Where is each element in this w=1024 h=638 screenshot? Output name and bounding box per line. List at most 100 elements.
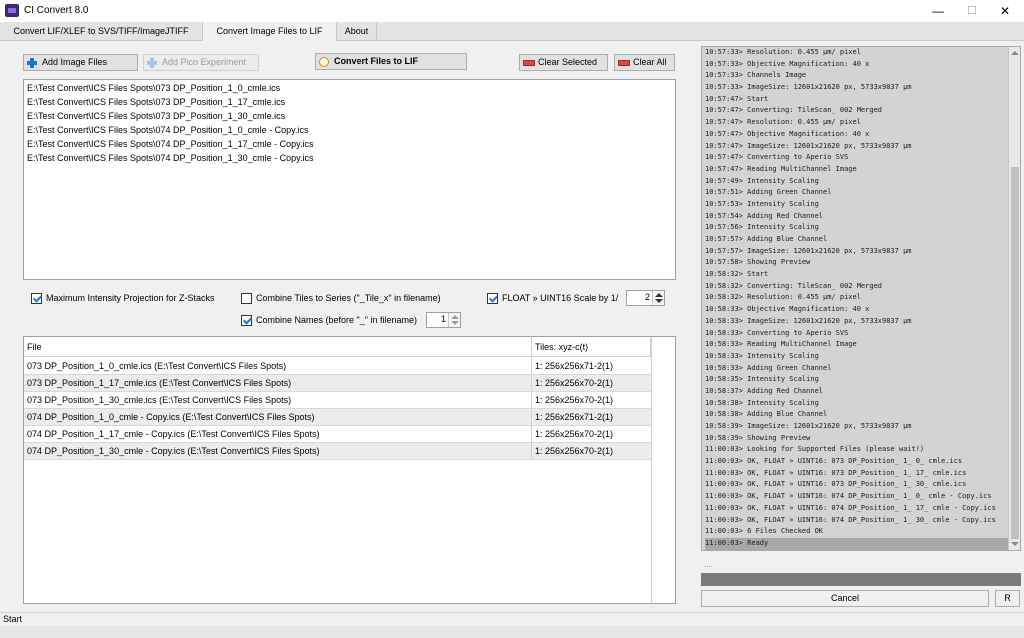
table-row[interactable]: 073 DP_Position_1_0_cmle.ics (E:\Test Co… (24, 358, 651, 375)
list-item[interactable]: E:\Test Convert\ICS Files Spots\074 DP_P… (27, 123, 672, 137)
log-line: 10:57:49> Intensity Scaling (705, 176, 819, 185)
table-header: File Tiles: xyz-c(t) (24, 337, 651, 357)
close-button[interactable]: ✕ (990, 2, 1020, 20)
max-projection-label: Maximum Intensity Projection for Z-Stack… (46, 293, 215, 303)
column-header-file[interactable]: File (24, 337, 532, 357)
log-line: 10:58:32> Resolution: 0.455 µm/ pixel (705, 293, 861, 302)
list-item[interactable]: E:\Test Convert\ICS Files Spots\073 DP_P… (27, 81, 672, 95)
status-text: Start (3, 614, 23, 624)
tab-convert-image-files[interactable]: Convert Image Files to LIF (203, 22, 337, 41)
list-item[interactable]: E:\Test Convert\ICS Files Spots\074 DP_P… (27, 137, 672, 151)
log-line: 10:57:51> Adding Green Channel (705, 188, 832, 197)
log-line: 10:57:56> Intensity Scaling (705, 223, 819, 232)
scroll-up-icon[interactable] (1011, 51, 1019, 55)
table-row[interactable]: 073 DP_Position_1_30_cmle.ics (E:\Test C… (24, 392, 651, 409)
arrow-down-icon[interactable] (451, 321, 459, 325)
checkbox-box[interactable] (31, 293, 42, 304)
table-cell-file: 074 DP_Position_1_30_cmle - Copy.ics (E:… (24, 443, 532, 460)
table-cell-tiles: 1: 256x256x71-2(1) (535, 361, 614, 371)
column-header-tiles[interactable]: Tiles: xyz-c(t) (532, 337, 651, 357)
add-image-files-label: Add Image Files (42, 57, 108, 67)
convert-files-label: Convert Files to LIF (334, 56, 419, 66)
log-line: 10:58:35> Intensity Scaling (705, 375, 819, 384)
table-row[interactable]: 074 DP_Position_1_17_cmle - Copy.ics (E:… (24, 426, 651, 443)
float-scale-stepper[interactable]: 2 (626, 290, 665, 306)
arrow-down-icon[interactable] (655, 299, 663, 303)
float-scale-value: 2 (644, 292, 650, 302)
log-line: 10:57:47> Start (705, 94, 769, 103)
list-item[interactable]: E:\Test Convert\ICS Files Spots\073 DP_P… (27, 109, 672, 123)
log-line: 10:58:33> Intensity Scaling (705, 351, 819, 360)
table-cell-file: 074 DP_Position_1_0_cmle - Copy.ics (E:\… (24, 409, 532, 426)
plus-icon (27, 58, 37, 68)
r-button[interactable]: R (995, 590, 1020, 607)
checkbox-box[interactable] (241, 293, 252, 304)
log-line: 11:00:03> OK, FLOAT » UINT16: 073 DP_Pos… (705, 468, 967, 477)
table-empty-column (651, 337, 675, 603)
table-cell-tiles: 1: 256x256x71-2(1) (535, 412, 614, 422)
clear-selected-button[interactable]: Clear Selected (519, 54, 608, 71)
add-image-files-button[interactable]: Add Image Files (23, 54, 138, 71)
tab-about[interactable]: About (337, 22, 377, 41)
minimize-button[interactable]: — (923, 2, 953, 20)
clear-all-label: Clear All (633, 57, 667, 67)
log-line: 10:57:47> Converting to Aperio SVS (705, 153, 849, 162)
arrow-up-icon[interactable] (451, 315, 459, 319)
log-line: 10:57:47> ImageSize: 12601x21620 px, 573… (705, 141, 912, 150)
clear-all-button[interactable]: Clear All (614, 54, 675, 71)
window-title: CI Convert 8.0 (24, 5, 89, 16)
checkbox-box[interactable] (487, 293, 498, 304)
minus-icon (523, 60, 535, 66)
bottom-strip (0, 626, 1024, 638)
table-cell-tiles: 1: 256x256x70-2(1) (535, 378, 614, 388)
log-line: 10:57:33> Channels Image (705, 71, 807, 80)
log-line: 10:58:39> Showing Preview (705, 433, 811, 442)
float-scale-label: FLOAT » UINT16 Scale by 1/ (502, 293, 619, 303)
table-cell-tiles: 1: 256x256x70-2(1) (535, 446, 614, 456)
table-cell-file: 074 DP_Position_1_17_cmle - Copy.ics (E:… (24, 426, 532, 443)
log-scrollbar[interactable] (1008, 47, 1020, 550)
log-line: 10:58:33> Reading MultiChannel Image (705, 340, 857, 349)
table-cell-file: 073 DP_Position_1_17_cmle.ics (E:\Test C… (24, 375, 532, 392)
plus-icon (147, 58, 157, 68)
tab-bar: Convert LIF/XLEF to SVS/TIFF/ImageJTIFF … (0, 22, 1024, 41)
arrow-up-icon[interactable] (655, 293, 663, 297)
table-row[interactable]: 074 DP_Position_1_30_cmle - Copy.ics (E:… (24, 443, 651, 460)
scroll-down-icon[interactable] (1011, 542, 1019, 546)
checkbox-box[interactable] (241, 315, 252, 326)
table-row[interactable]: 073 DP_Position_1_17_cmle.ics (E:\Test C… (24, 375, 651, 392)
log-line: 10:57:47> Reading MultiChannel Image (705, 164, 857, 173)
log-line: 10:58:38> Intensity Scaling (705, 398, 819, 407)
list-item[interactable]: E:\Test Convert\ICS Files Spots\074 DP_P… (27, 151, 672, 165)
stepper-arrows[interactable] (652, 291, 664, 305)
log-line: 10:58:33> Adding Green Channel (705, 363, 832, 372)
maximize-button[interactable]: ☐ (957, 2, 987, 20)
log-line: 10:58:39> ImageSize: 12601x21620 px, 573… (705, 422, 912, 430)
app-icon (5, 4, 19, 17)
table-cell-file: 073 DP_Position_1_30_cmle.ics (E:\Test C… (24, 392, 532, 409)
progress-fill (701, 573, 1021, 586)
list-item[interactable]: E:\Test Convert\ICS Files Spots\073 DP_P… (27, 95, 672, 109)
combine-names-value: 1 (440, 314, 446, 324)
scrollbar-thumb[interactable] (1011, 167, 1019, 539)
add-pico-experiment-button[interactable]: Add Pico Experiment (143, 54, 259, 71)
log-line: 10:57:47> Resolution: 0.455 µm/ pixel (705, 118, 861, 127)
clear-selected-label: Clear Selected (538, 57, 598, 67)
combine-names-stepper[interactable]: 1 (426, 312, 461, 328)
log-line: 10:58:33> Objective Magnification: 40 x (705, 305, 870, 314)
table-cell-tiles: 1: 256x256x70-2(1) (535, 429, 614, 439)
convert-files-button[interactable]: Convert Files to LIF (315, 53, 467, 70)
tab-convert-lif[interactable]: Convert LIF/XLEF to SVS/TIFF/ImageJTIFF (0, 22, 203, 41)
cancel-button[interactable]: Cancel (701, 590, 989, 607)
combine-tiles-label: Combine Tiles to Series ("_Tile_x" in fi… (256, 293, 441, 303)
log-panel[interactable]: 10:57:33> Resolution: 0.455 µm/ pixel 10:… (701, 46, 1021, 551)
log-line: 10:58:37> Adding Red Channel (705, 386, 824, 395)
log-lines: 10:57:33> Resolution: 0.455 µm/ pixel 10:… (702, 47, 1009, 550)
file-table[interactable]: File Tiles: xyz-c(t) 073 DP_Position_1_0… (23, 336, 676, 604)
input-file-list[interactable]: E:\Test Convert\ICS Files Spots\073 DP_P… (23, 79, 676, 280)
title-bar: CI Convert 8.0 — ☐ ✕ (0, 0, 1024, 22)
progress-status: .... (704, 560, 713, 569)
stepper-arrows[interactable] (448, 313, 460, 327)
log-line: 10:57:58> Showing Preview (705, 258, 811, 267)
table-row[interactable]: 074 DP_Position_1_0_cmle - Copy.ics (E:\… (24, 409, 651, 426)
